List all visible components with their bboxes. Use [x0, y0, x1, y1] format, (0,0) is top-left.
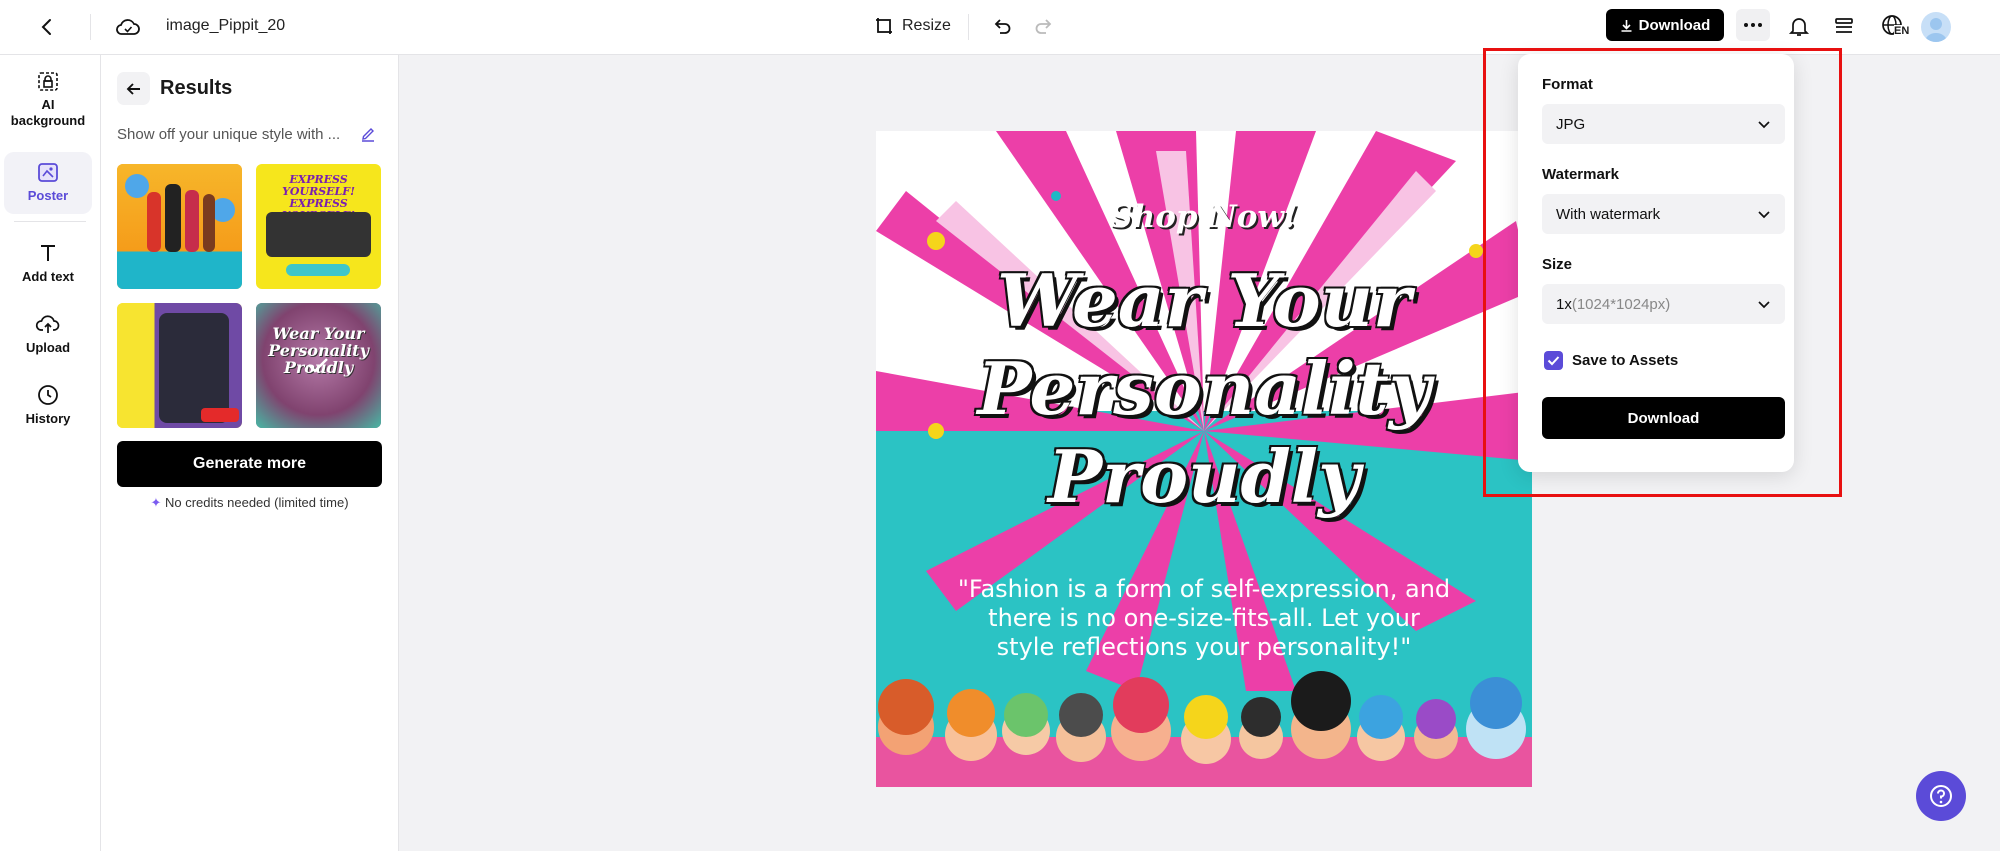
nav-item-label: Add text	[22, 269, 74, 284]
divider	[90, 14, 91, 40]
checkmark-icon	[1547, 356, 1560, 366]
watermark-select[interactable]: With watermark	[1542, 194, 1785, 234]
help-button[interactable]	[1916, 771, 1966, 821]
generate-more-button[interactable]: Generate more	[117, 441, 382, 487]
undo-icon	[994, 19, 1011, 34]
cloud-sync-button[interactable]	[113, 12, 143, 42]
resize-label: Resize	[902, 17, 951, 34]
help-icon	[1930, 785, 1952, 807]
back-arrow-button[interactable]	[32, 12, 62, 42]
size-label: Size	[1542, 256, 1573, 273]
cloud-icon	[116, 19, 140, 35]
edit-prompt-button[interactable]	[360, 126, 376, 147]
popup-download-button[interactable]: Download	[1542, 397, 1785, 439]
poster-quote[interactable]: "Fashion is a form of self-expression, a…	[956, 575, 1452, 662]
nav-item-label: Poster	[27, 188, 69, 203]
size-value: 1x	[1556, 295, 1572, 313]
nav-item-add-text[interactable]: Add text	[4, 241, 92, 295]
history-icon	[38, 385, 58, 405]
format-value: JPG	[1556, 115, 1586, 133]
resize-icon	[876, 18, 892, 34]
pencil-icon	[362, 128, 374, 142]
file-name[interactable]: image_Pippit_20	[166, 17, 285, 35]
notifications-button[interactable]	[1785, 12, 1813, 40]
chevron-down-icon	[1758, 301, 1770, 309]
cartoon-characters-graphic	[876, 671, 1532, 787]
result-thumbnail-3[interactable]	[117, 303, 242, 428]
text-icon	[41, 245, 55, 261]
avatar[interactable]	[1921, 12, 1951, 42]
more-options-button[interactable]	[1736, 9, 1770, 41]
download-icon	[1621, 19, 1632, 32]
more-horizontal-icon	[1744, 23, 1762, 27]
chevron-down-icon	[1758, 121, 1770, 129]
sparkle-icon: ✦	[150, 495, 162, 510]
nav-separator	[14, 221, 86, 222]
redo-button[interactable]	[1030, 12, 1058, 40]
nav-item-ai-background[interactable]: AI background	[4, 69, 92, 149]
prompt-text: Show off your unique style with ...	[117, 126, 341, 143]
result-thumbnail-1[interactable]	[117, 164, 242, 289]
nav-item-poster[interactable]: Poster	[4, 152, 92, 214]
poster-canvas[interactable]: Shop Now! Wear Your Personality Proudly …	[876, 131, 1532, 787]
layers-button[interactable]	[1830, 12, 1858, 40]
bell-icon	[1788, 18, 1810, 36]
language-badge: EN	[1894, 25, 1910, 37]
arrow-left-icon	[126, 82, 140, 95]
resize-button[interactable]: Resize	[874, 14, 951, 38]
watermark-label: Watermark	[1542, 166, 1619, 183]
nav-item-label: Upload	[25, 340, 71, 355]
upload-icon	[35, 315, 60, 333]
chevron-down-icon	[1758, 211, 1770, 219]
user-avatar-icon	[1925, 18, 1947, 42]
nav-item-label: History	[25, 411, 71, 426]
nav-item-upload[interactable]: Upload	[4, 312, 92, 366]
format-label: Format	[1542, 76, 1593, 93]
size-dimensions: (1024*1024px)	[1571, 295, 1671, 313]
headline-line-1: Wear Your	[997, 258, 1411, 343]
download-button[interactable]: Download	[1606, 9, 1724, 41]
language-button[interactable]: EN	[1876, 11, 1910, 41]
credits-note: ✦ No credits needed (limited time)	[150, 495, 349, 510]
ai-background-icon	[38, 72, 58, 91]
redo-icon	[1035, 19, 1052, 34]
left-navigation: AI background Poster Add text Upload His…	[0, 55, 101, 851]
undo-button[interactable]	[988, 12, 1016, 40]
layers-icon	[1835, 18, 1853, 33]
watermark-value: With watermark	[1556, 205, 1661, 223]
nav-item-history[interactable]: History	[4, 383, 92, 437]
result-thumbnail-4[interactable]: Wear Your Personality Proudly	[256, 303, 381, 428]
save-to-assets-label[interactable]: Save to Assets	[1572, 352, 1678, 369]
results-title: Results	[160, 77, 233, 99]
save-to-assets-checkbox[interactable]	[1544, 351, 1563, 370]
format-select[interactable]: JPG	[1542, 104, 1785, 144]
headline-line-3: Proudly	[1048, 434, 1360, 519]
download-button-label: Download	[1638, 16, 1711, 34]
size-select[interactable]: 1x (1024*1024px)	[1542, 284, 1785, 324]
result-thumbnail-2[interactable]: EXPRESS YOURSELF! EXPRESS YOURSELF!	[256, 164, 381, 289]
poster-headline[interactable]: Wear Your Personality Proudly	[876, 257, 1532, 521]
nav-item-label: AI background	[10, 97, 86, 128]
results-back-button[interactable]	[117, 72, 150, 105]
divider	[968, 14, 969, 40]
top-bar: image_Pippit_20 Resize Download EN	[0, 0, 2000, 55]
poster-tagline[interactable]: Shop Now!	[876, 199, 1532, 235]
poster-icon	[38, 163, 58, 182]
chevron-left-icon	[41, 19, 51, 35]
headline-line-2: Personality	[977, 346, 1431, 431]
check-selected-icon	[308, 358, 328, 373]
